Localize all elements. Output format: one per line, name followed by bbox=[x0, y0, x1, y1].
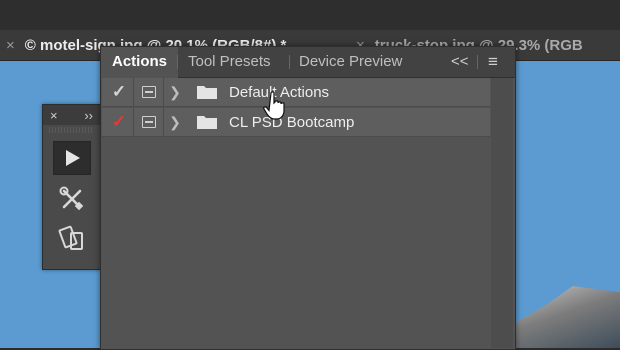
drag-grip[interactable] bbox=[49, 127, 94, 133]
scrollbar[interactable] bbox=[491, 78, 513, 348]
hand-cursor-icon bbox=[263, 91, 285, 120]
play-icon bbox=[65, 150, 80, 166]
chevron-right-icon[interactable]: ❯ bbox=[168, 78, 182, 106]
column-divider bbox=[163, 78, 164, 106]
chevron-right-icon[interactable]: ❯ bbox=[168, 108, 182, 136]
toggle-item-checkbox[interactable]: ✓ bbox=[108, 78, 130, 106]
folder-icon bbox=[195, 78, 219, 106]
close-icon[interactable]: × bbox=[50, 108, 58, 123]
play-button[interactable] bbox=[52, 141, 91, 175]
actions-panel: Actions Tool Presets Device Preview << ≡… bbox=[100, 46, 516, 350]
panel-tab-bar: Actions Tool Presets Device Preview << ≡ bbox=[101, 47, 515, 78]
column-divider bbox=[163, 108, 164, 136]
column-divider bbox=[133, 108, 134, 136]
actions-tool-strip: × ›› bbox=[42, 104, 101, 270]
tab-divider bbox=[177, 55, 178, 69]
device-preview-icon bbox=[58, 225, 83, 250]
tab-actions[interactable]: Actions bbox=[101, 47, 179, 78]
building-image bbox=[515, 286, 620, 348]
folder-icon bbox=[195, 108, 219, 136]
tab-divider bbox=[477, 55, 478, 69]
tab-device-preview[interactable]: Device Preview bbox=[299, 47, 402, 77]
action-set-label: CL PSD Bootcamp bbox=[229, 113, 355, 131]
tab-divider bbox=[289, 55, 290, 69]
toggle-dialog-icon[interactable] bbox=[139, 78, 159, 106]
title-bar-strip bbox=[0, 0, 620, 30]
tools-button[interactable] bbox=[54, 183, 90, 215]
panel-menu-icon[interactable]: ≡ bbox=[488, 47, 498, 77]
toggle-item-checkbox[interactable]: ✓ bbox=[108, 108, 130, 136]
tab-tool-presets[interactable]: Tool Presets bbox=[188, 47, 271, 77]
tools-icon bbox=[59, 186, 83, 211]
column-divider bbox=[133, 78, 134, 106]
toggle-dialog-icon[interactable] bbox=[139, 108, 159, 136]
tool-strip-header[interactable]: × ›› bbox=[43, 105, 100, 125]
collapse-icon[interactable]: ›› bbox=[84, 108, 93, 123]
device-preview-button[interactable] bbox=[54, 223, 90, 255]
action-set-row[interactable]: ✓ ❯ Default Actions bbox=[102, 78, 490, 107]
close-tab-icon[interactable]: × bbox=[6, 37, 15, 54]
collapse-panel-icon[interactable]: << bbox=[451, 47, 469, 77]
action-set-row[interactable]: ✓ ❯ CL PSD Bootcamp bbox=[102, 108, 490, 137]
